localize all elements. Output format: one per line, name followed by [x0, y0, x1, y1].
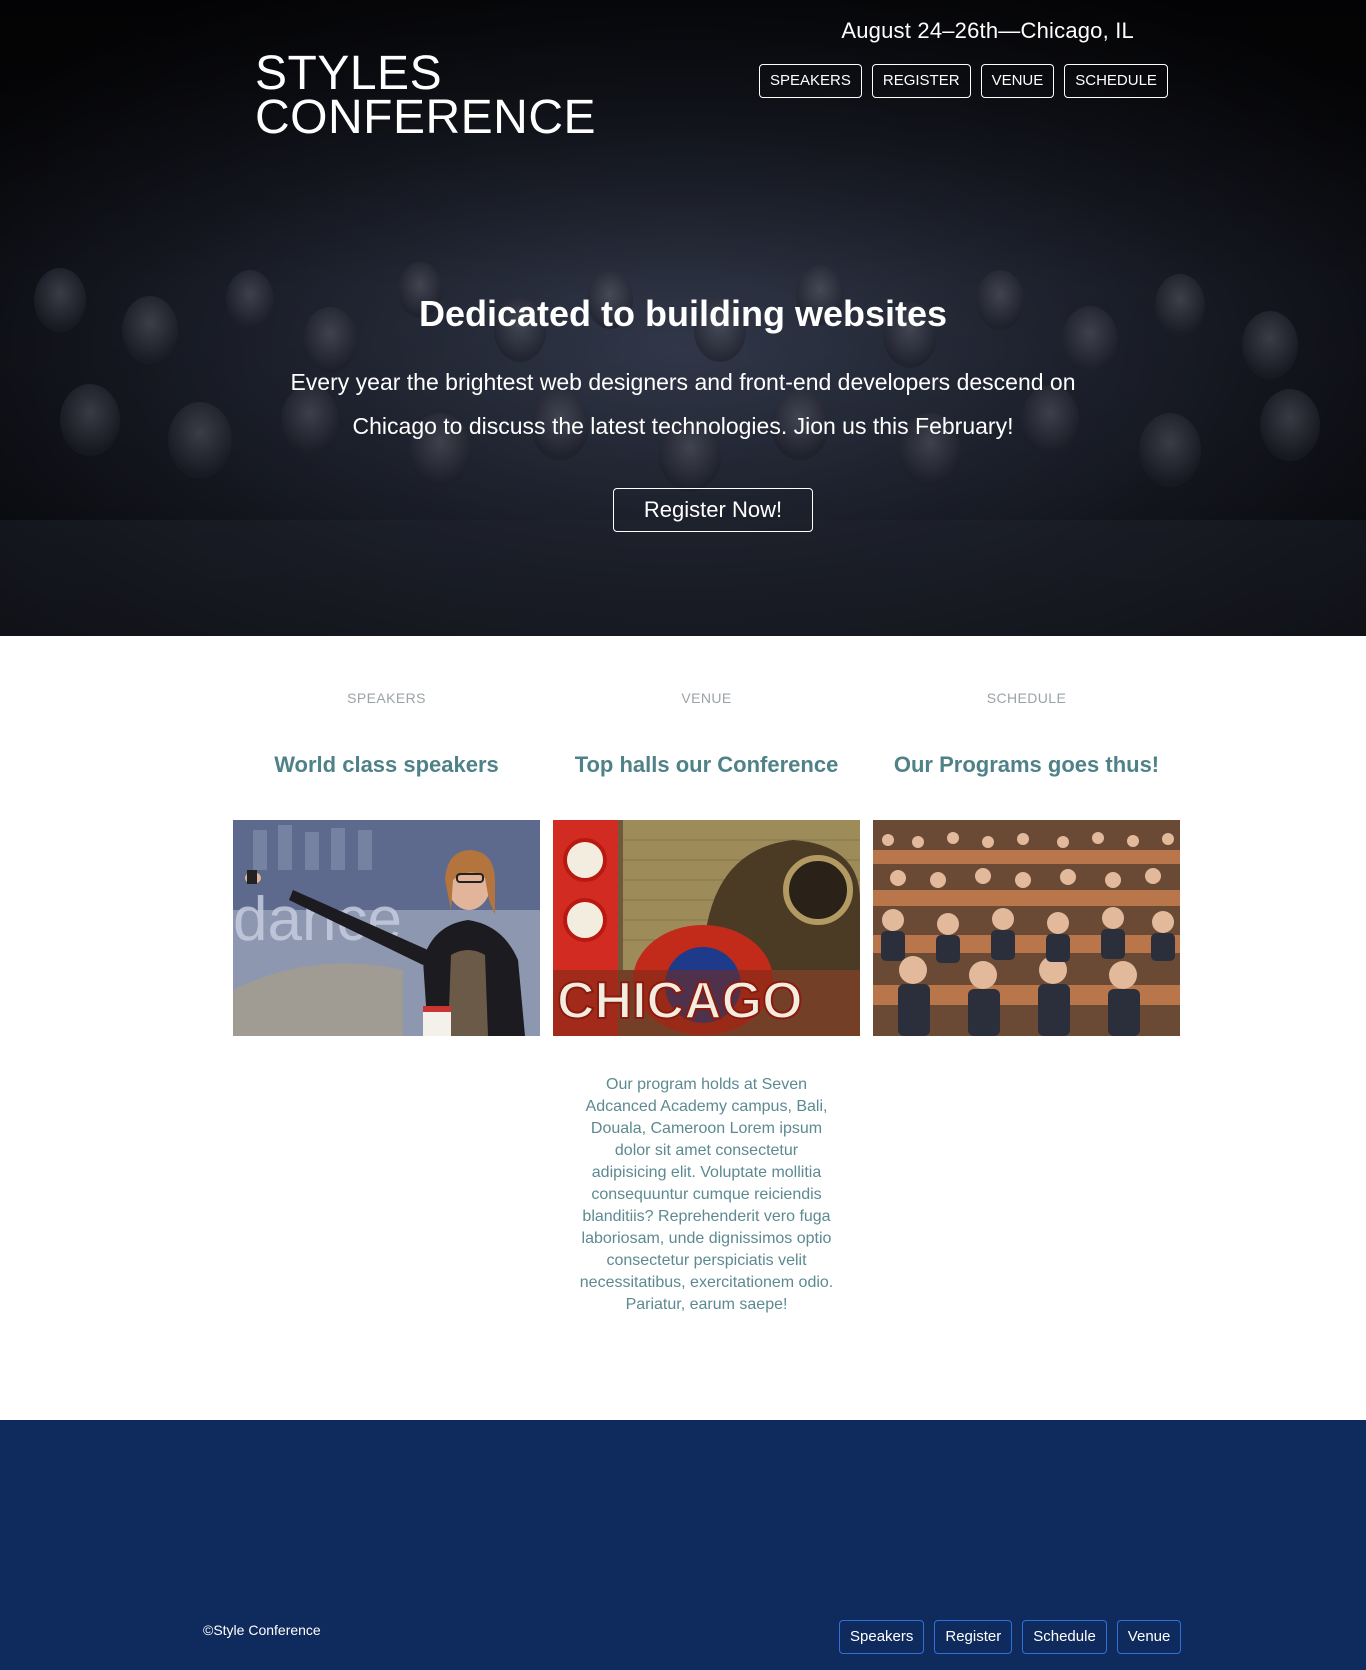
logo-line-1: STYLES — [255, 47, 443, 100]
feature-heading: Our Programs goes thus! — [893, 752, 1160, 777]
footer-schedule-button[interactable]: Schedule — [1022, 1620, 1107, 1654]
footer-navigation: Speakers Register Schedule Venue — [839, 1620, 1182, 1654]
copyright-text: ©Style Conference — [203, 1622, 321, 1638]
svg-text:CHICAGO: CHICAGO — [557, 972, 803, 1030]
register-now-button[interactable]: Register Now! — [613, 488, 813, 532]
feature-text: Our program holds at Seven Adcanced Acad… — [579, 1076, 834, 1313]
nav-venue-button[interactable]: VENUE — [980, 64, 1055, 98]
feature-eyebrow: SCHEDULE — [986, 690, 1067, 706]
hero-description: Every year the brightest web designers a… — [290, 369, 1076, 439]
features-section: SPEAKERS World class speakers dance VENU… — [233, 636, 1181, 1420]
nav-register-button[interactable]: REGISTER — [871, 64, 971, 98]
feature-heading: World class speakers — [274, 752, 499, 777]
event-date-location: August 24–26th—Chicago, IL — [841, 18, 1134, 43]
hero-section: August 24–26th—Chicago, IL STYLES CONFER… — [0, 0, 1366, 636]
audience-photo — [873, 820, 1180, 1036]
feature-eyebrow: VENUE — [681, 690, 732, 706]
speaker-photo: dance — [233, 820, 540, 1036]
page-footer: ©Style Conference Speakers Register Sche… — [0, 1420, 1366, 1670]
chicago-theatre-photo: CHICAGO — [553, 820, 860, 1036]
nav-speakers-button[interactable]: SPEAKERS — [759, 64, 862, 98]
footer-register-button[interactable]: Register — [934, 1620, 1013, 1654]
logo-line-2: CONFERENCE — [255, 91, 597, 144]
feature-eyebrow: SPEAKERS — [347, 690, 426, 706]
footer-speakers-button[interactable]: Speakers — [839, 1620, 925, 1654]
footer-venue-button[interactable]: Venue — [1116, 1620, 1182, 1654]
svg-text:dance: dance — [233, 885, 402, 954]
site-logo[interactable]: STYLES CONFERENCE — [255, 47, 597, 144]
nav-schedule-button[interactable]: SCHEDULE — [1064, 64, 1168, 98]
top-navigation: SPEAKERS REGISTER VENUE SCHEDULE — [759, 64, 1168, 98]
hero-title: Dedicated to building websites — [418, 293, 948, 334]
feature-heading: Top halls our Conference — [574, 752, 839, 777]
